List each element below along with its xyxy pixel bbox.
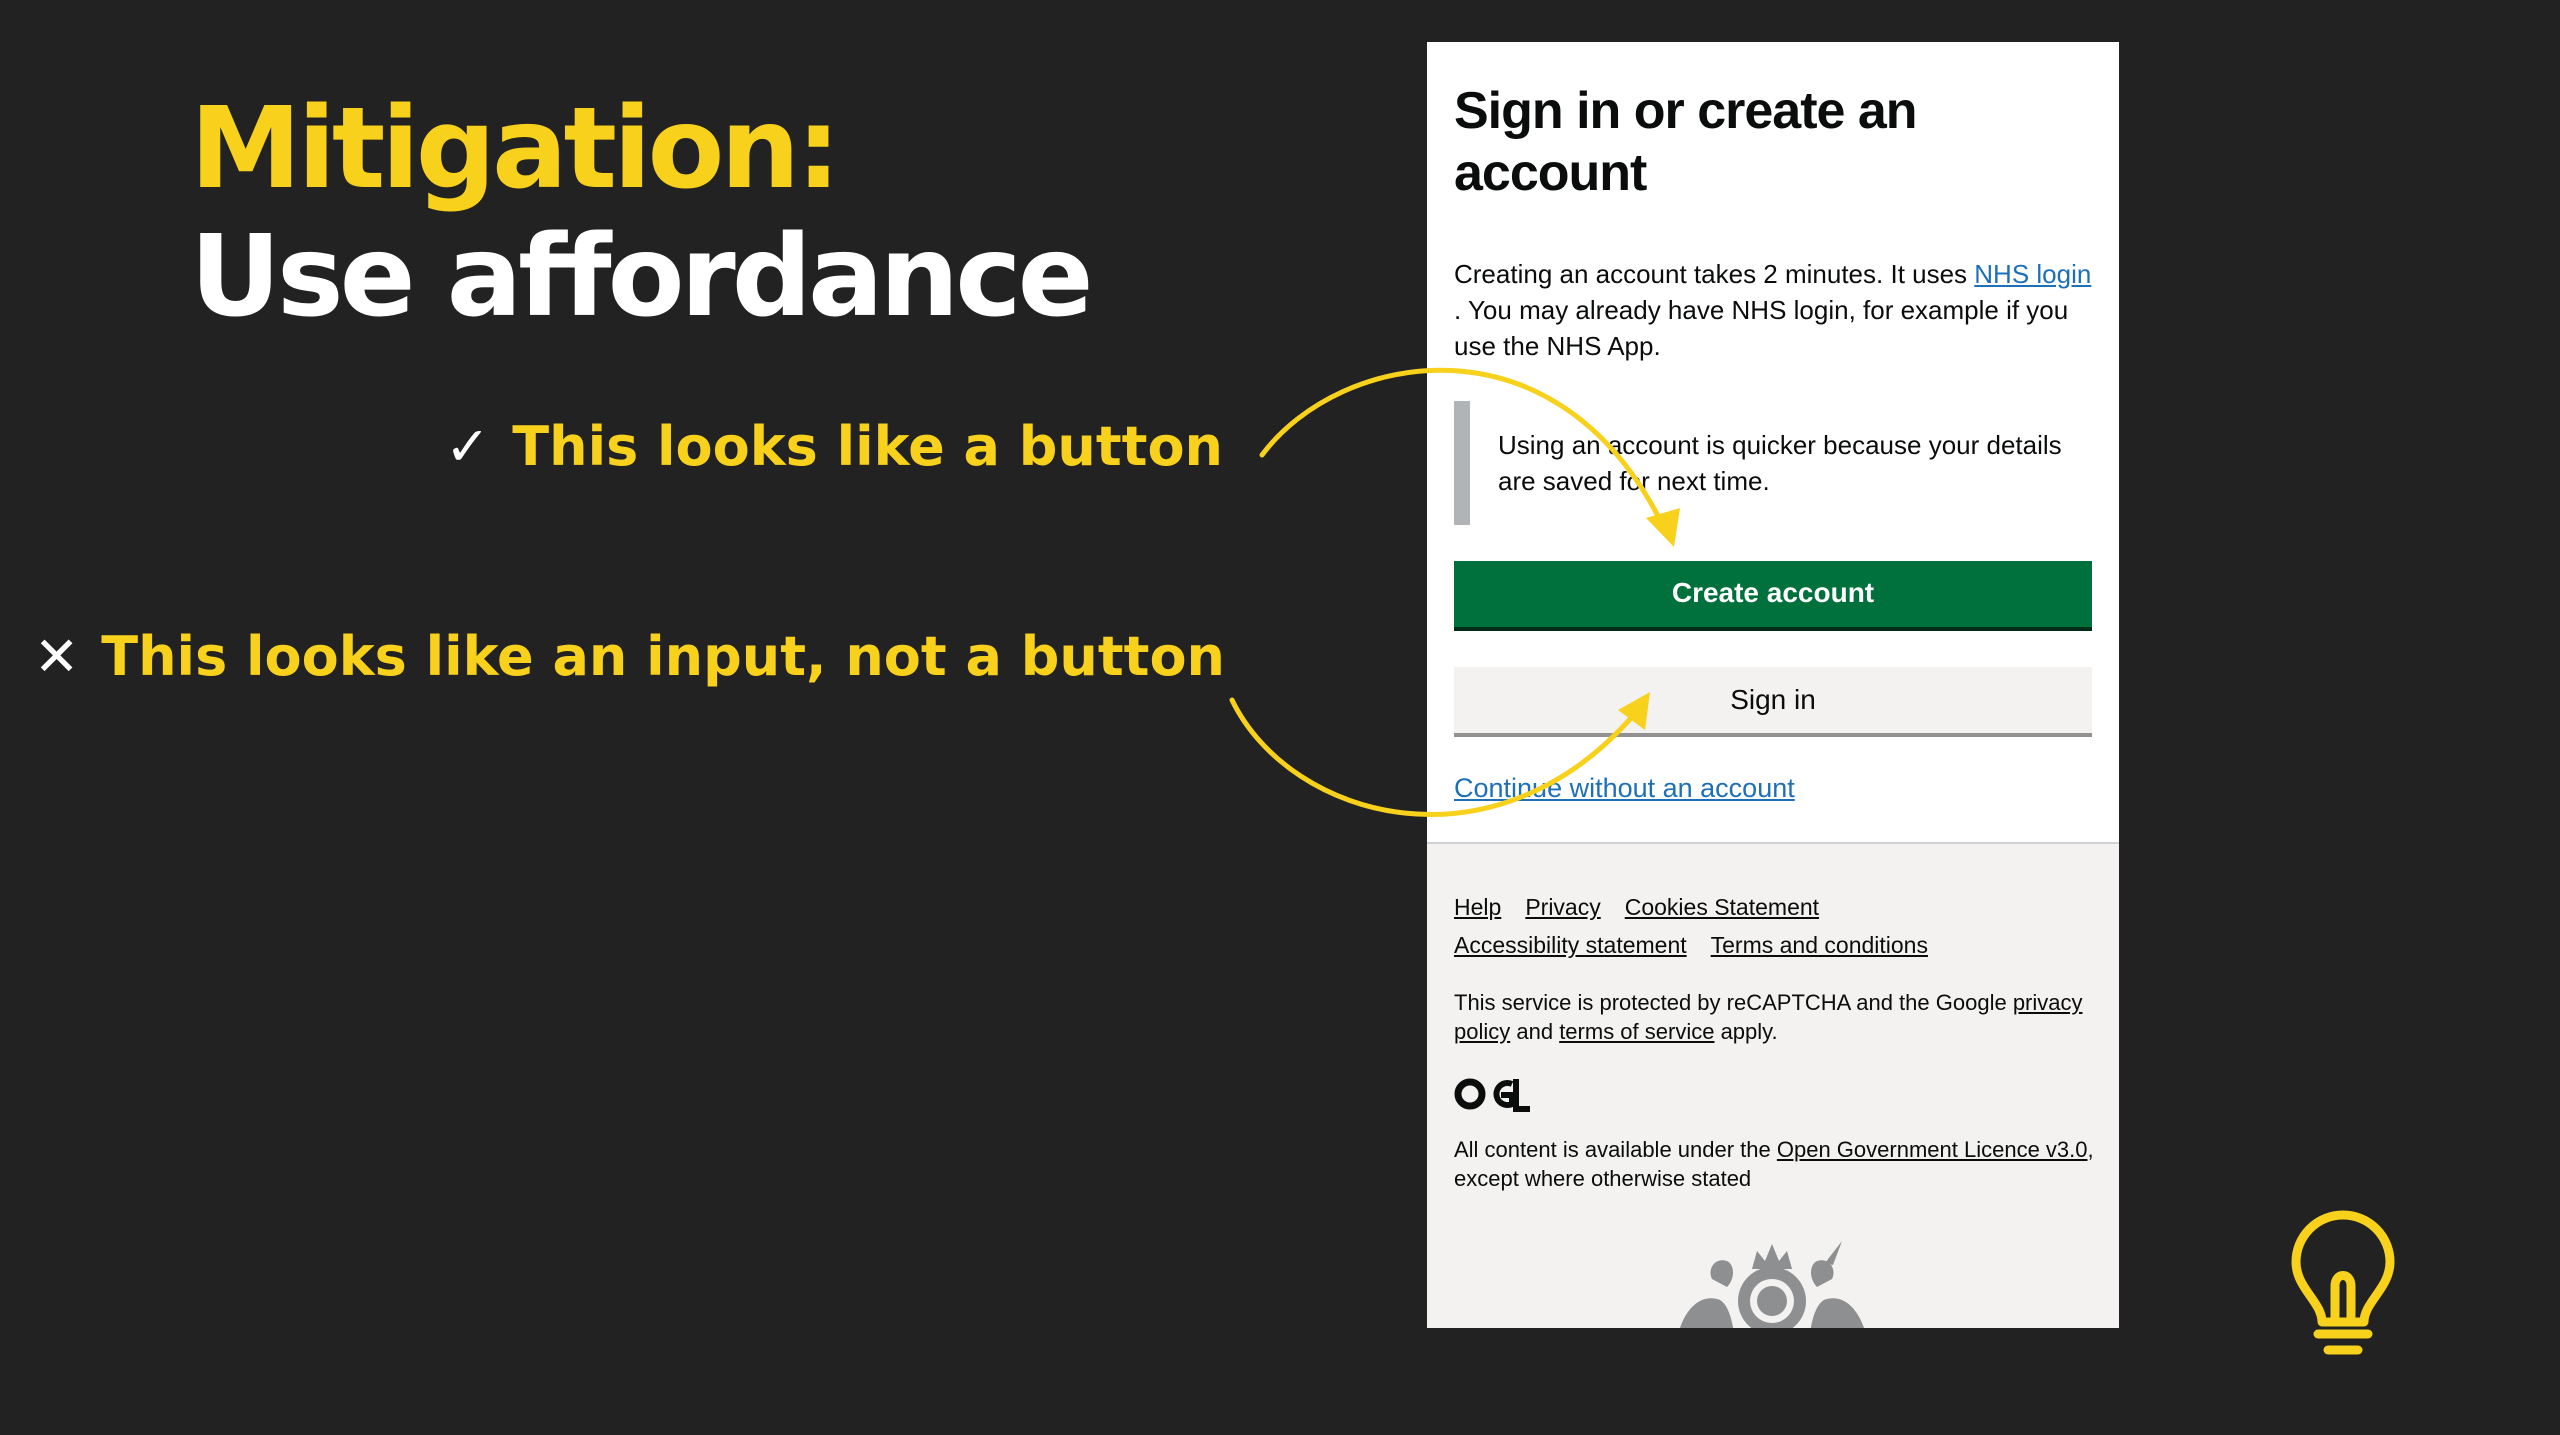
good-arrow-head (1646, 508, 1680, 547)
good-arrow-curve (1259, 367, 1668, 533)
annotation-arrows (1229, 367, 1680, 817)
bad-arrow-curve (1229, 697, 1645, 817)
lightbulb-icon (2291, 1210, 2395, 1355)
